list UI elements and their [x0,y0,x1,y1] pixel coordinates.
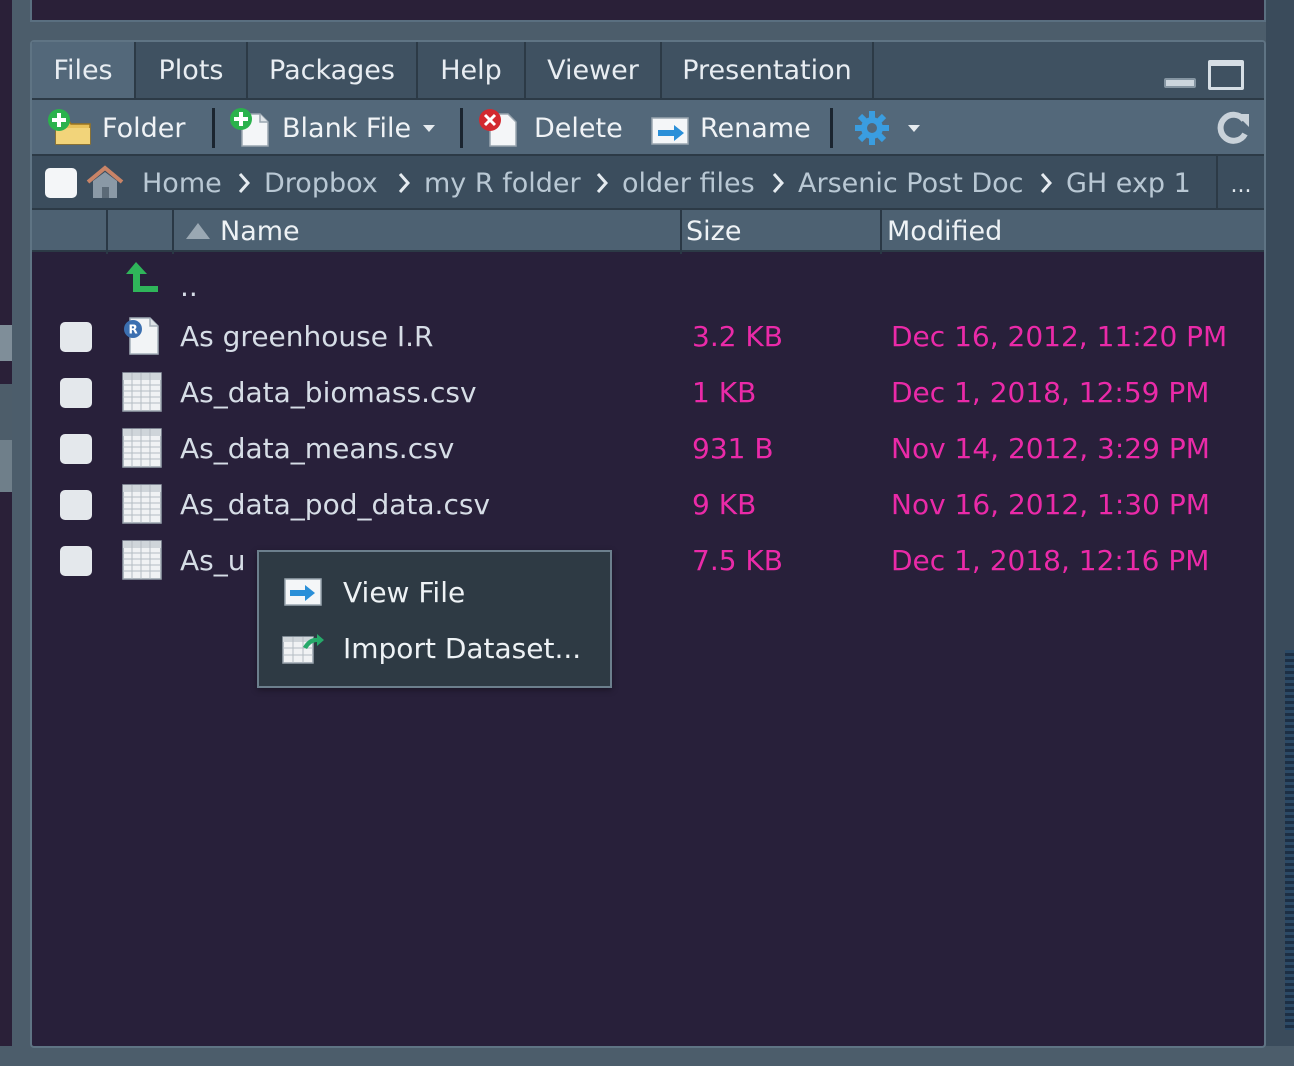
go-up-icon [126,262,158,292]
row-checkbox[interactable] [60,378,92,408]
tab-files[interactable]: Files [32,42,136,98]
pane-tabbar: Files Plots Packages Help Viewer Present… [32,42,1264,98]
chevron-down-icon [908,124,920,132]
maximize-icon [1208,60,1244,90]
modified-column-header[interactable]: Modified [887,210,1002,252]
tab-packages[interactable]: Packages [248,42,418,98]
rename-button[interactable]: Rename [648,100,811,156]
row-checkbox[interactable] [60,490,92,520]
breadcrumb: Home Dropbox my R folder older files Ars… [32,154,1264,210]
file-context-menu: View File Import Dataset... [257,550,612,688]
chevron-right-icon [772,173,784,193]
file-name[interactable]: As greenhouse I.R [180,308,433,364]
r-script-icon: R [124,317,159,355]
file-modified: Dec 1, 2018, 12:59 PM [891,375,1210,409]
delete-icon [479,109,517,147]
view-file-icon [284,578,322,606]
breadcrumb-my-r-folder[interactable]: my R folder [424,156,581,210]
svg-text:R: R [129,323,138,337]
csv-file-icon [122,540,162,580]
files-toolbar: Folder Blank File Delete Rename [32,98,1264,154]
parent-directory-row[interactable]: .. [32,252,1264,308]
new-folder-icon [48,109,91,145]
splitter-handle[interactable] [0,325,12,361]
chevron-right-icon [238,173,250,193]
name-column-header[interactable]: Name [186,210,300,252]
minimize-pane-button[interactable] [1162,60,1196,90]
sort-ascending-icon [186,223,210,239]
menu-item-import-dataset[interactable]: Import Dataset... [259,620,610,676]
file-name[interactable]: As_data_means.csv [180,420,454,476]
file-row[interactable]: R As greenhouse I.R 3.2 KB Dec 16, 2012,… [32,308,1264,364]
csv-file-icon [122,428,162,468]
column-divider [106,210,108,254]
refresh-icon [1217,111,1249,144]
breadcrumb-gh-exp-1[interactable]: GH exp 1 [1066,156,1191,210]
file-row[interactable]: As_data_pod_data.csv 9 KB Nov 16, 2012, … [32,476,1264,532]
import-dataset-icon [282,634,324,664]
tab-plots[interactable]: Plots [136,42,248,98]
tab-presentation[interactable]: Presentation [662,42,874,98]
breadcrumb-home[interactable]: Home [142,156,222,210]
file-size: 7.5 KB [692,543,783,577]
file-size: 1 KB [692,375,757,409]
breadcrumb-more-button[interactable]: ... [1216,156,1264,210]
right-background-texture [1285,650,1294,1030]
file-name[interactable]: As_u [180,532,246,588]
chevron-right-icon [596,173,608,193]
left-pane-edge [0,0,12,1066]
refresh-button[interactable] [1214,100,1252,156]
column-divider [880,210,882,254]
minimize-icon [1164,78,1196,88]
file-modified: Dec 16, 2012, 11:20 PM [891,319,1228,353]
gear-icon [855,111,889,145]
file-size: 3.2 KB [692,319,783,353]
file-modified: Dec 1, 2018, 12:16 PM [891,543,1210,577]
column-divider [172,210,174,254]
toolbar-separator [460,108,463,148]
more-options-button[interactable] [852,100,920,156]
file-modified: Nov 16, 2012, 1:30 PM [891,487,1210,521]
row-checkbox[interactable] [60,546,92,576]
file-list-header: Name Size Modified [32,208,1264,254]
parent-directory-label: .. [180,269,198,303]
row-checkbox[interactable] [60,434,92,464]
select-all-checkbox[interactable] [45,168,77,198]
upper-pane-bottom [30,0,1266,22]
file-size: 931 B [692,431,774,465]
file-modified: Nov 14, 2012, 3:29 PM [891,431,1210,465]
file-name[interactable]: As_data_biomass.csv [180,364,477,420]
file-row[interactable]: As_u 7.5 KB Dec 1, 2018, 12:16 PM [32,532,1264,588]
chevron-down-icon [423,124,436,132]
home-icon[interactable] [84,164,126,202]
breadcrumb-older-files[interactable]: older files [622,156,755,210]
new-blank-file-button[interactable]: Blank File [228,100,436,156]
column-divider [680,210,682,254]
maximize-pane-button[interactable] [1208,60,1244,90]
new-file-icon [230,108,269,147]
bottom-edge [0,1046,1294,1066]
file-name[interactable]: As_data_pod_data.csv [180,476,490,532]
rename-icon [651,117,689,145]
tab-viewer[interactable]: Viewer [526,42,662,98]
new-folder-button[interactable]: Folder [46,100,185,156]
breadcrumb-dropbox[interactable]: Dropbox [264,156,378,210]
file-row[interactable]: As_data_means.csv 931 B Nov 14, 2012, 3:… [32,420,1264,476]
file-row[interactable]: As_data_biomass.csv 1 KB Dec 1, 2018, 12… [32,364,1264,420]
delete-button[interactable]: Delete [476,100,623,156]
left-pane-strip-2 [0,440,12,492]
csv-file-icon [122,484,162,524]
toolbar-separator [212,108,215,148]
file-size: 9 KB [692,487,757,521]
chevron-right-icon [398,173,410,193]
tab-help[interactable]: Help [418,42,526,98]
chevron-right-icon [1040,173,1052,193]
size-column-header[interactable]: Size [686,210,741,252]
menu-item-view-file[interactable]: View File [259,564,610,620]
row-checkbox[interactable] [60,322,92,352]
toolbar-separator [830,108,833,148]
breadcrumb-arsenic-post-doc[interactable]: Arsenic Post Doc [798,156,1024,210]
csv-file-icon [122,372,162,412]
files-pane: Files Plots Packages Help Viewer Present… [30,40,1266,1048]
